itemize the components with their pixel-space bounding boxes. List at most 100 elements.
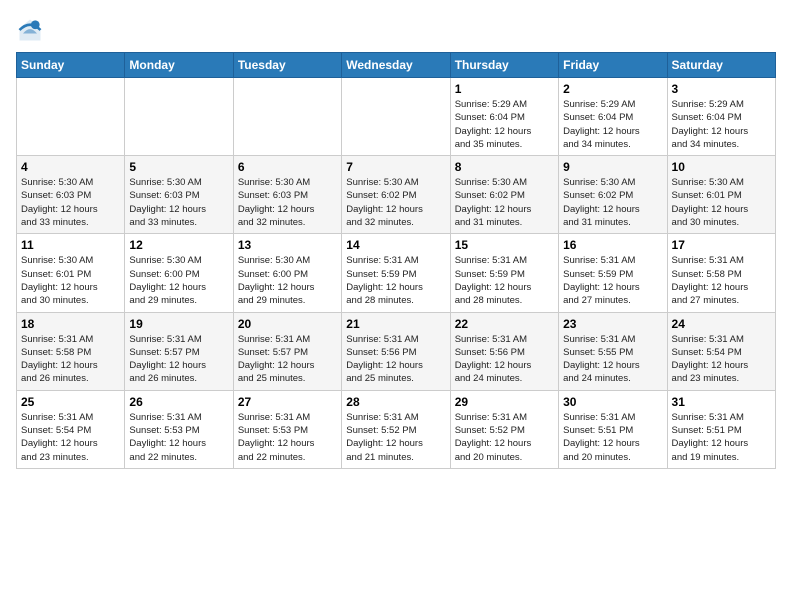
day-number: 9 <box>563 160 662 174</box>
day-info: Sunrise: 5:30 AM Sunset: 6:00 PM Dayligh… <box>238 254 337 307</box>
calendar-table: SundayMondayTuesdayWednesdayThursdayFrid… <box>16 52 776 469</box>
day-info: Sunrise: 5:31 AM Sunset: 5:59 PM Dayligh… <box>563 254 662 307</box>
calendar-cell: 2 Sunrise: 5:29 AM Sunset: 6:04 PM Daylig… <box>559 78 667 156</box>
day-info: Sunrise: 5:31 AM Sunset: 5:58 PM Dayligh… <box>21 333 120 386</box>
calendar-cell: 31Sunrise: 5:31 AM Sunset: 5:51 PM Dayli… <box>667 390 775 468</box>
day-number: 17 <box>672 238 771 252</box>
calendar-cell <box>17 78 125 156</box>
calendar-cell: 10 Sunrise: 5:30 AM Sunset: 6:01 PM Dayli… <box>667 156 775 234</box>
calendar-cell: 11 Sunrise: 5:30 AM Sunset: 6:01 PM Dayli… <box>17 234 125 312</box>
day-info: Sunrise: 5:31 AM Sunset: 5:56 PM Dayligh… <box>455 333 554 386</box>
calendar-cell: 23 Sunrise: 5:31 AM Sunset: 5:55 PM Dayli… <box>559 312 667 390</box>
day-info: Sunrise: 5:29 AM Sunset: 6:04 PM Dayligh… <box>563 98 662 151</box>
day-number: 1 <box>455 82 554 96</box>
day-number: 19 <box>129 317 228 331</box>
calendar-cell: 26 Sunrise: 5:31 AM Sunset: 5:53 PM Dayli… <box>125 390 233 468</box>
day-header-thursday: Thursday <box>450 53 558 78</box>
calendar-cell <box>342 78 450 156</box>
calendar-cell: 13 Sunrise: 5:30 AM Sunset: 6:00 PM Dayli… <box>233 234 341 312</box>
day-info: Sunrise: 5:30 AM Sunset: 6:01 PM Dayligh… <box>21 254 120 307</box>
day-info: Sunrise: 5:31 AM Sunset: 5:56 PM Dayligh… <box>346 333 445 386</box>
day-header-wednesday: Wednesday <box>342 53 450 78</box>
week-row-5: 25 Sunrise: 5:31 AM Sunset: 5:54 PM Dayli… <box>17 390 776 468</box>
day-info: Sunrise: 5:31 AM Sunset: 5:59 PM Dayligh… <box>455 254 554 307</box>
day-number: 16 <box>563 238 662 252</box>
day-header-friday: Friday <box>559 53 667 78</box>
day-header-tuesday: Tuesday <box>233 53 341 78</box>
logo-icon <box>16 16 44 44</box>
day-number: 2 <box>563 82 662 96</box>
calendar-cell: 5Sunrise: 5:30 AM Sunset: 6:03 PM Daylig… <box>125 156 233 234</box>
day-number: 8 <box>455 160 554 174</box>
calendar-cell: 6 Sunrise: 5:30 AM Sunset: 6:03 PM Daylig… <box>233 156 341 234</box>
day-header-saturday: Saturday <box>667 53 775 78</box>
calendar-cell: 19 Sunrise: 5:31 AM Sunset: 5:57 PM Dayli… <box>125 312 233 390</box>
day-number: 14 <box>346 238 445 252</box>
week-row-1: 1 Sunrise: 5:29 AM Sunset: 6:04 PM Daylig… <box>17 78 776 156</box>
day-number: 10 <box>672 160 771 174</box>
day-info: Sunrise: 5:31 AM Sunset: 5:55 PM Dayligh… <box>563 333 662 386</box>
page-header <box>16 16 776 44</box>
week-row-3: 11 Sunrise: 5:30 AM Sunset: 6:01 PM Dayli… <box>17 234 776 312</box>
day-number: 30 <box>563 395 662 409</box>
day-info: Sunrise: 5:31 AM Sunset: 5:53 PM Dayligh… <box>129 411 228 464</box>
day-info: Sunrise: 5:30 AM Sunset: 6:02 PM Dayligh… <box>563 176 662 229</box>
day-info: Sunrise: 5:31 AM Sunset: 5:54 PM Dayligh… <box>21 411 120 464</box>
calendar-cell: 4 Sunrise: 5:30 AM Sunset: 6:03 PM Daylig… <box>17 156 125 234</box>
day-number: 6 <box>238 160 337 174</box>
day-info: Sunrise: 5:30 AM Sunset: 6:02 PM Dayligh… <box>346 176 445 229</box>
calendar-cell: 8 Sunrise: 5:30 AM Sunset: 6:02 PM Daylig… <box>450 156 558 234</box>
day-number: 7 <box>346 160 445 174</box>
day-info: Sunrise: 5:30 AM Sunset: 6:03 PM Dayligh… <box>21 176 120 229</box>
day-number: 27 <box>238 395 337 409</box>
day-info: Sunrise: 5:30 AM Sunset: 6:03 PM Dayligh… <box>238 176 337 229</box>
calendar-cell: 21 Sunrise: 5:31 AM Sunset: 5:56 PM Dayli… <box>342 312 450 390</box>
day-info: Sunrise: 5:30 AM Sunset: 6:01 PM Dayligh… <box>672 176 771 229</box>
calendar-cell: 25 Sunrise: 5:31 AM Sunset: 5:54 PM Dayli… <box>17 390 125 468</box>
day-info: Sunrise: 5:31 AM Sunset: 5:52 PM Dayligh… <box>455 411 554 464</box>
calendar-cell: 3 Sunrise: 5:29 AM Sunset: 6:04 PM Daylig… <box>667 78 775 156</box>
calendar-cell: 29 Sunrise: 5:31 AM Sunset: 5:52 PM Dayli… <box>450 390 558 468</box>
calendar-cell: 18 Sunrise: 5:31 AM Sunset: 5:58 PM Dayli… <box>17 312 125 390</box>
calendar-body: 1 Sunrise: 5:29 AM Sunset: 6:04 PM Daylig… <box>17 78 776 469</box>
day-info: Sunrise: 5:31 AM Sunset: 5:58 PM Dayligh… <box>672 254 771 307</box>
calendar-cell: 12Sunrise: 5:30 AM Sunset: 6:00 PM Dayli… <box>125 234 233 312</box>
calendar-cell: 17 Sunrise: 5:31 AM Sunset: 5:58 PM Dayli… <box>667 234 775 312</box>
day-number: 15 <box>455 238 554 252</box>
calendar-cell: 30 Sunrise: 5:31 AM Sunset: 5:51 PM Dayli… <box>559 390 667 468</box>
day-info: Sunrise: 5:31 AM Sunset: 5:52 PM Dayligh… <box>346 411 445 464</box>
day-info: Sunrise: 5:29 AM Sunset: 6:04 PM Dayligh… <box>455 98 554 151</box>
calendar-cell: 24 Sunrise: 5:31 AM Sunset: 5:54 PM Dayli… <box>667 312 775 390</box>
day-number: 21 <box>346 317 445 331</box>
calendar-cell <box>233 78 341 156</box>
day-number: 24 <box>672 317 771 331</box>
day-number: 29 <box>455 395 554 409</box>
calendar-cell: 9 Sunrise: 5:30 AM Sunset: 6:02 PM Daylig… <box>559 156 667 234</box>
day-number: 11 <box>21 238 120 252</box>
day-info: Sunrise: 5:31 AM Sunset: 5:59 PM Dayligh… <box>346 254 445 307</box>
day-number: 13 <box>238 238 337 252</box>
day-number: 18 <box>21 317 120 331</box>
calendar-cell: 22Sunrise: 5:31 AM Sunset: 5:56 PM Dayli… <box>450 312 558 390</box>
day-number: 3 <box>672 82 771 96</box>
calendar-cell: 1 Sunrise: 5:29 AM Sunset: 6:04 PM Daylig… <box>450 78 558 156</box>
day-number: 12 <box>129 238 228 252</box>
day-info: Sunrise: 5:31 AM Sunset: 5:51 PM Dayligh… <box>563 411 662 464</box>
day-number: 26 <box>129 395 228 409</box>
day-number: 20 <box>238 317 337 331</box>
day-info: Sunrise: 5:31 AM Sunset: 5:57 PM Dayligh… <box>129 333 228 386</box>
day-info: Sunrise: 5:31 AM Sunset: 5:54 PM Dayligh… <box>672 333 771 386</box>
day-info: Sunrise: 5:31 AM Sunset: 5:57 PM Dayligh… <box>238 333 337 386</box>
day-number: 31 <box>672 395 771 409</box>
day-number: 4 <box>21 160 120 174</box>
day-info: Sunrise: 5:29 AM Sunset: 6:04 PM Dayligh… <box>672 98 771 151</box>
day-number: 23 <box>563 317 662 331</box>
calendar-cell: 28 Sunrise: 5:31 AM Sunset: 5:52 PM Dayli… <box>342 390 450 468</box>
day-number: 28 <box>346 395 445 409</box>
day-number: 5 <box>129 160 228 174</box>
calendar-cell <box>125 78 233 156</box>
days-header-row: SundayMondayTuesdayWednesdayThursdayFrid… <box>17 53 776 78</box>
day-number: 25 <box>21 395 120 409</box>
calendar-cell: 20 Sunrise: 5:31 AM Sunset: 5:57 PM Dayli… <box>233 312 341 390</box>
day-info: Sunrise: 5:30 AM Sunset: 6:02 PM Dayligh… <box>455 176 554 229</box>
